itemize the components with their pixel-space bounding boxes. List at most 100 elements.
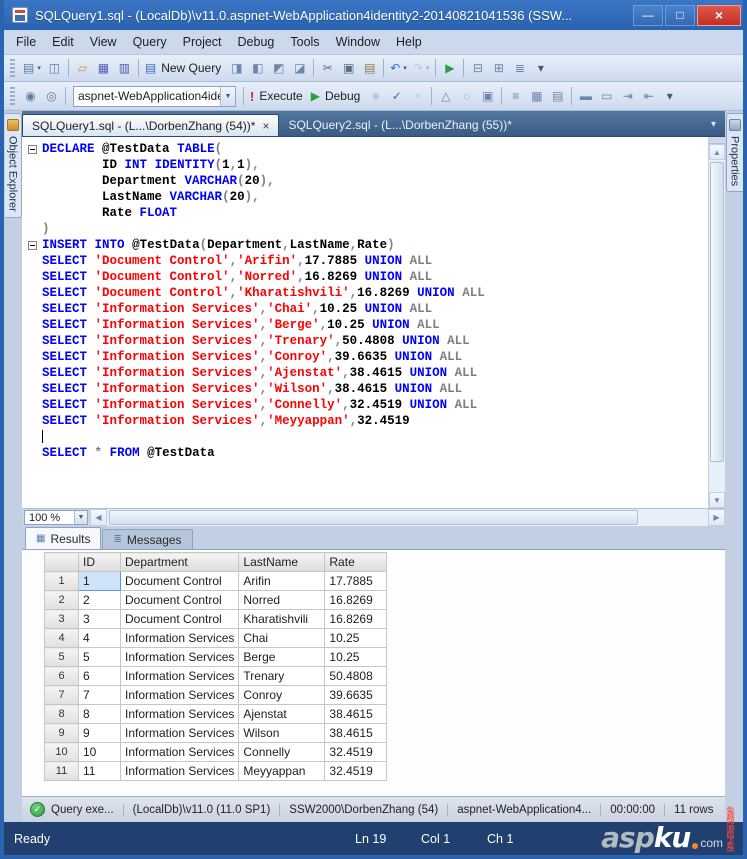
code-line-8[interactable]: SELECT 'Document Control','Arifin',17.78…: [22, 253, 708, 269]
menu-item-view[interactable]: View: [82, 31, 125, 53]
row-header[interactable]: 1: [44, 571, 79, 591]
grid-cell[interactable]: 9: [78, 723, 121, 743]
grid-row[interactable]: 8 8 Information Services Ajenstat 38.4615: [44, 704, 388, 724]
close-icon[interactable]: ×: [262, 120, 269, 132]
menu-item-debug[interactable]: Debug: [230, 31, 283, 53]
stop-button[interactable]: ■: [365, 85, 386, 107]
grid-cell[interactable]: 4: [78, 628, 121, 648]
grid-row[interactable]: 11 11 Information Services Meyyappan 32.4519: [44, 761, 388, 781]
copy-button[interactable]: ▣: [338, 57, 359, 79]
comment-button[interactable]: ▬: [575, 85, 596, 107]
grid-cell[interactable]: Meyyappan: [238, 761, 326, 781]
grid-row[interactable]: 4 4 Information Services Chai 10.25: [44, 628, 388, 648]
menu-item-window[interactable]: Window: [328, 31, 388, 53]
row-header[interactable]: 6: [44, 666, 79, 686]
scroll-down-icon[interactable]: ▼: [709, 492, 725, 508]
grid-cell[interactable]: Berge: [238, 647, 326, 667]
grid-cell[interactable]: 7: [78, 685, 121, 705]
grid-cell[interactable]: Trenary: [238, 666, 326, 686]
horizontal-scroll-thumb[interactable]: [109, 510, 638, 525]
cancel-query-button[interactable]: ×: [407, 85, 428, 107]
toolbar-overflow-button[interactable]: ▾: [530, 57, 551, 79]
open-file-button[interactable]: ▱: [72, 57, 93, 79]
grid-cell[interactable]: Information Services: [119, 761, 240, 781]
zoom-combobox[interactable]: 100 % ▼: [24, 510, 88, 525]
grid-cell[interactable]: Wilson: [238, 723, 326, 743]
code-area[interactable]: DECLARE @TestData TABLE( ID INT IDENTITY…: [22, 137, 708, 508]
row-header[interactable]: 2: [44, 590, 79, 610]
grid-row[interactable]: 5 5 Information Services Berge 10.25: [44, 647, 388, 667]
results-to-file-button[interactable]: ▤: [547, 85, 568, 107]
grid-cell[interactable]: 50.4808: [324, 666, 388, 686]
grid-cell[interactable]: 39.6635: [324, 685, 388, 705]
grid-cell[interactable]: Document Control: [119, 609, 240, 629]
properties-tab[interactable]: Properties: [725, 113, 743, 193]
save-button[interactable]: ▦: [93, 57, 114, 79]
code-line-10[interactable]: SELECT 'Document Control','Kharatishvili…: [22, 285, 708, 301]
tab-results[interactable]: ▦ Results: [25, 527, 102, 549]
object-explorer-window-button[interactable]: ⊞: [488, 57, 509, 79]
column-header-rate[interactable]: Rate: [324, 552, 388, 572]
row-header[interactable]: 8: [44, 704, 79, 724]
code-line-11[interactable]: SELECT 'Information Services','Chai',10.…: [22, 301, 708, 317]
grid-cell[interactable]: 10.25: [324, 628, 388, 648]
menu-item-edit[interactable]: Edit: [44, 31, 82, 53]
grid-cell[interactable]: 8: [78, 704, 121, 724]
grid-cell[interactable]: 10: [78, 742, 121, 762]
row-header[interactable]: 4: [44, 628, 79, 648]
toolbar-grip[interactable]: [10, 59, 15, 77]
results-to-grid-button[interactable]: ▦: [526, 85, 547, 107]
splitter-handle[interactable]: [709, 137, 725, 144]
grid-cell[interactable]: 1: [78, 571, 121, 591]
template-explorer-button[interactable]: ≣: [509, 57, 530, 79]
new-query-button[interactable]: ▤ New Query: [142, 57, 226, 79]
code-line-14[interactable]: SELECT 'Information Services','Conroy',3…: [22, 349, 708, 365]
new-query-menu-button[interactable]: ▤ ▾: [20, 57, 44, 79]
menu-item-query[interactable]: Query: [125, 31, 175, 53]
grid-cell[interactable]: Information Services: [119, 704, 240, 724]
code-line-20[interactable]: SELECT * FROM @TestData: [22, 445, 708, 461]
grid-cell[interactable]: Norred: [238, 590, 326, 610]
grid-cell[interactable]: Information Services: [119, 685, 240, 705]
start-debug-button[interactable]: ▶: [439, 57, 460, 79]
query-options-button[interactable]: ◌: [456, 85, 477, 107]
grid-cell[interactable]: Information Services: [119, 666, 240, 686]
grid-cell[interactable]: 16.8269: [324, 590, 388, 610]
code-line-18[interactable]: SELECT 'Information Services','Meyyappan…: [22, 413, 708, 429]
grid-cell[interactable]: 2: [78, 590, 121, 610]
intellisense-button[interactable]: ▣: [477, 85, 498, 107]
document-tab-2[interactable]: SQLQuery2.sql - (L...\DorbenZhang (55))*: [279, 114, 520, 136]
grid-cell[interactable]: 16.8269: [324, 609, 388, 629]
code-line-4[interactable]: LastName VARCHAR(20),: [22, 189, 708, 205]
fold-collapse-icon[interactable]: [27, 240, 37, 250]
column-header-lastname[interactable]: LastName: [238, 552, 326, 572]
row-header[interactable]: 3: [44, 609, 79, 629]
grid-cell[interactable]: Kharatishvili: [238, 609, 326, 629]
grid-cell[interactable]: 5: [78, 647, 121, 667]
grid-cell[interactable]: 10.25: [324, 647, 388, 667]
code-line-13[interactable]: SELECT 'Information Services','Trenary',…: [22, 333, 708, 349]
grid-cell[interactable]: 32.4519: [324, 761, 388, 781]
code-line-7[interactable]: INSERT INTO @TestData(Department,LastNam…: [22, 237, 708, 253]
cut-button[interactable]: ✂: [317, 57, 338, 79]
chevron-down-icon[interactable]: ▼: [220, 86, 235, 106]
code-line-15[interactable]: SELECT 'Information Services','Ajenstat'…: [22, 365, 708, 381]
grid-row[interactable]: 2 2 Document Control Norred 16.8269: [44, 590, 388, 610]
parse-button[interactable]: ✓: [386, 85, 407, 107]
scroll-left-icon[interactable]: ◀: [90, 509, 107, 526]
dmx-query-button[interactable]: ◩: [268, 57, 289, 79]
toolbar-overflow-button[interactable]: ▾: [659, 85, 680, 107]
grid-cell[interactable]: Ajenstat: [238, 704, 326, 724]
grid-cell[interactable]: 6: [78, 666, 121, 686]
editor-vertical-scrollbar[interactable]: ▲ ▼: [708, 137, 725, 508]
code-line-16[interactable]: SELECT 'Information Services','Wilson',3…: [22, 381, 708, 397]
menu-item-help[interactable]: Help: [388, 31, 430, 53]
grid-row[interactable]: 10 10 Information Services Connelly 32.4519: [44, 742, 388, 762]
grid-cell[interactable]: Document Control: [119, 571, 240, 591]
registered-servers-button[interactable]: ⊟: [467, 57, 488, 79]
toolbar-grip[interactable]: [10, 87, 15, 105]
save-all-button[interactable]: ▥: [114, 57, 135, 79]
menu-item-project[interactable]: Project: [175, 31, 230, 53]
uncomment-button[interactable]: ▭: [596, 85, 617, 107]
grid-cell[interactable]: Chai: [238, 628, 326, 648]
